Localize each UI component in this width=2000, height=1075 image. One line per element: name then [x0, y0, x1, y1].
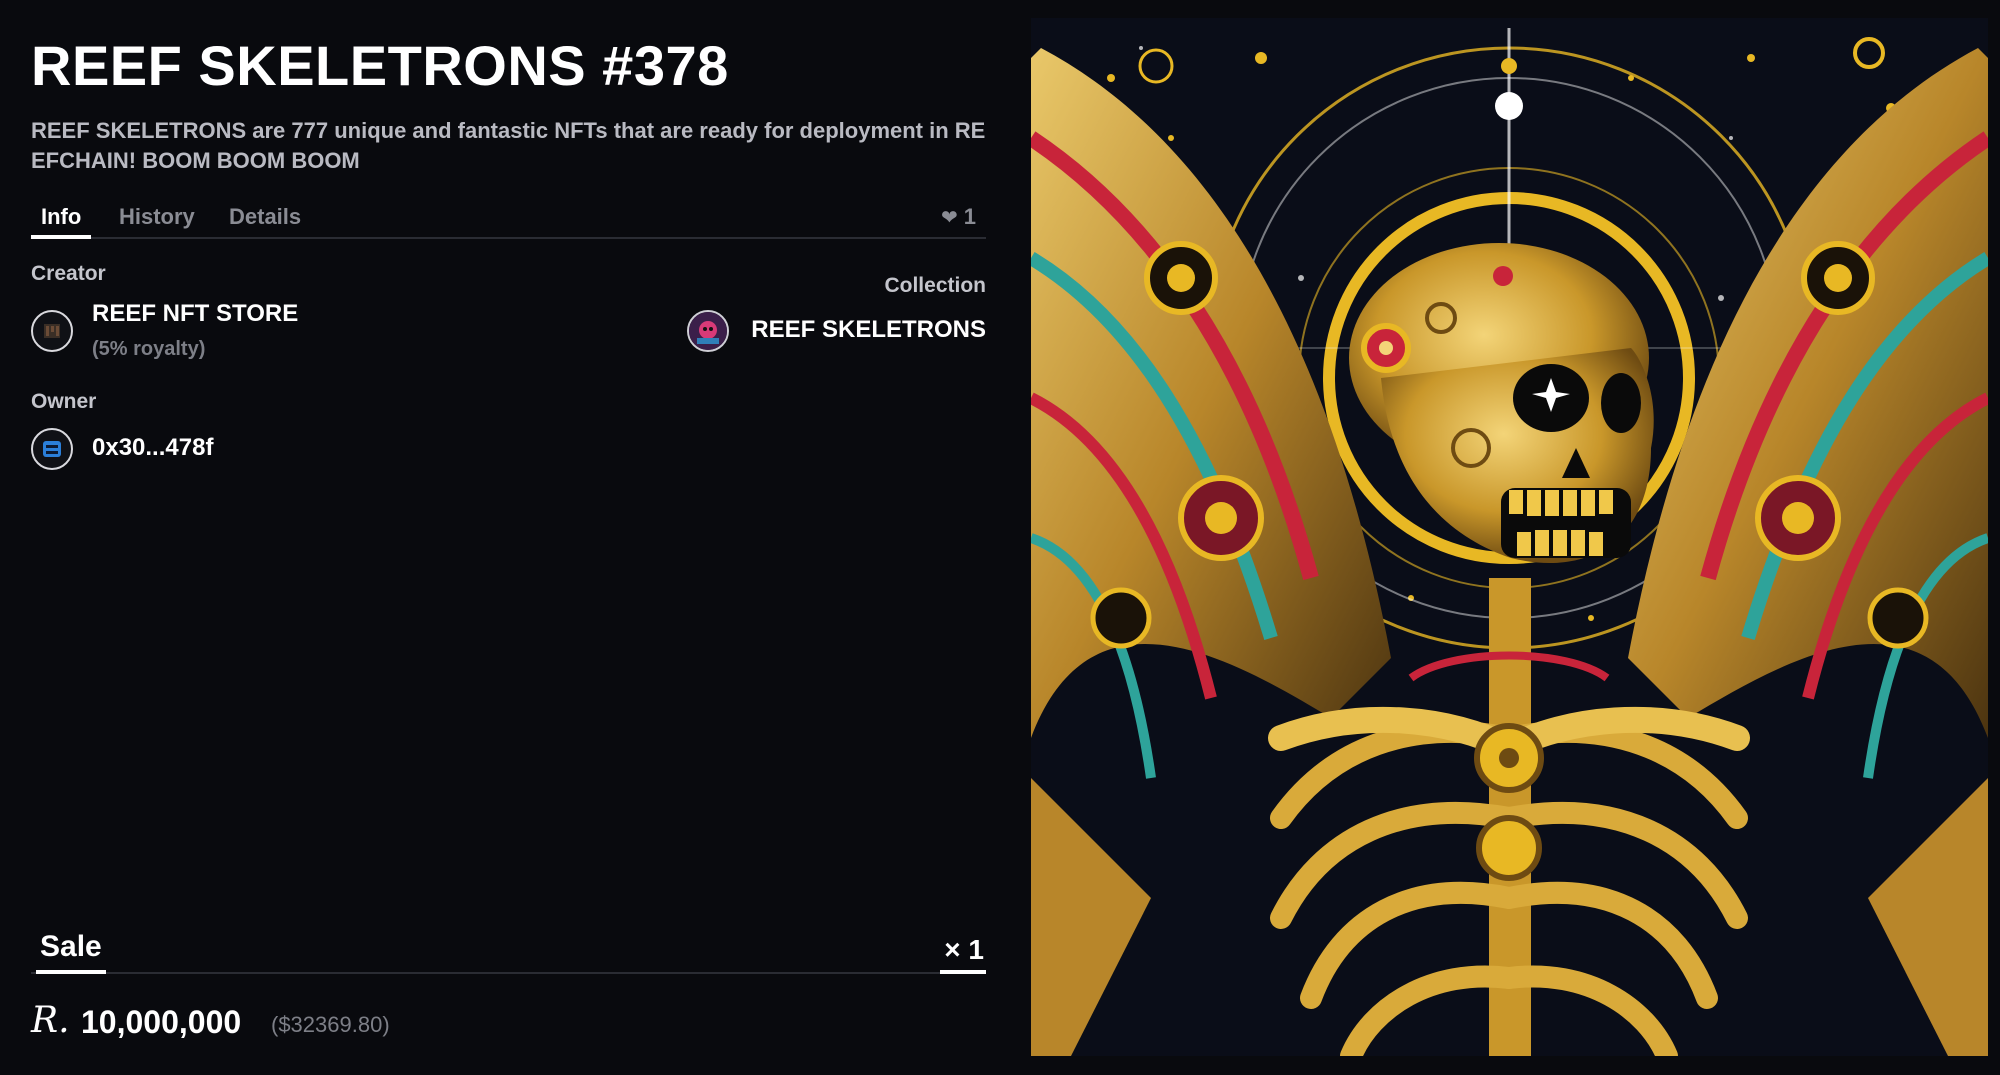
info-tabs: Info History Details ❤ 1 — [31, 200, 986, 239]
collection-label: Collection — [884, 274, 986, 297]
owner-avatar-icon[interactable] — [31, 428, 73, 470]
likes-count: 1 — [963, 204, 976, 229]
tab-info[interactable]: Info — [31, 204, 92, 239]
creator-name[interactable]: REEF NFT STORE — [92, 300, 298, 328]
collection-name[interactable]: REEF SKELETRONS — [751, 316, 986, 344]
owner-label: Owner — [31, 390, 97, 413]
nft-description: REEF SKELETRONS are 777 unique and fanta… — [31, 118, 986, 173]
owner-address[interactable]: 0x30...478f — [92, 434, 213, 462]
creator-royalty: (5% royalty) — [92, 338, 206, 360]
sale-quantity: × 1 — [940, 934, 986, 974]
skeleton-angel-nft-image[interactable] — [1031, 18, 1988, 1056]
nft-title: REEF SKELETRONS #378 — [31, 34, 729, 97]
sale-price: 10,000,000 — [81, 1004, 242, 1040]
nft-info-panel: REEF SKELETRONS #378 REEF SKELETRONS are… — [31, 0, 986, 1075]
sale-tab[interactable]: Sale — [36, 930, 106, 974]
collection-avatar-icon[interactable] — [687, 310, 729, 352]
creator-label: Creator — [31, 262, 106, 285]
store-avatar-icon[interactable] — [31, 310, 73, 352]
tab-details[interactable]: Details — [219, 204, 311, 235]
sale-section-header: Sale × 1 — [31, 930, 986, 974]
tab-history[interactable]: History — [109, 204, 205, 235]
reef-currency-icon: R. — [31, 1000, 70, 1041]
sale-price-usd: ($32369.80) — [271, 1012, 390, 1037]
likes-counter[interactable]: ❤ 1 — [941, 204, 976, 230]
heart-icon: ❤ — [940, 207, 958, 229]
